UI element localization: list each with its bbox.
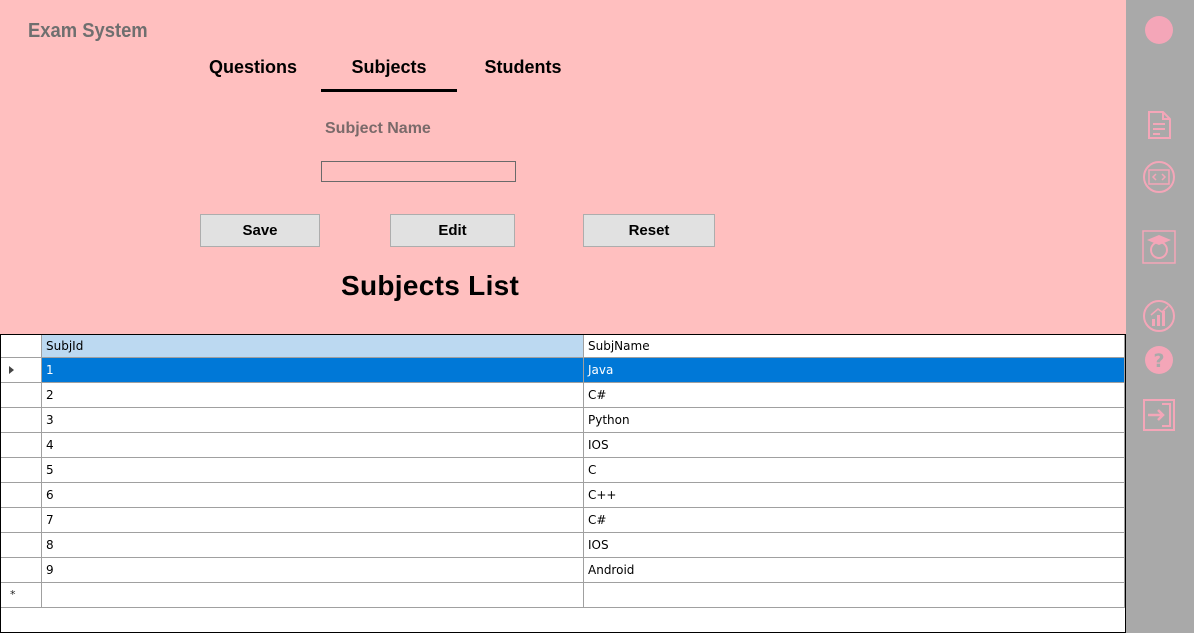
help-icon[interactable]: ? (1142, 343, 1176, 377)
row-header[interactable] (1, 508, 42, 533)
column-header-subjname[interactable]: SubjName (584, 335, 1125, 358)
cell-subjname[interactable]: Java (584, 358, 1125, 383)
cell-subjid[interactable]: 2 (42, 383, 584, 408)
row-header[interactable] (1, 458, 42, 483)
tab-questions[interactable]: Questions (200, 56, 306, 92)
cell-subjid[interactable]: 8 (42, 533, 584, 558)
grid-corner-header[interactable] (1, 335, 42, 358)
row-header[interactable] (1, 558, 42, 583)
subjects-list-title: Subjects List (341, 270, 520, 301)
cell-subjid[interactable]: 7 (42, 508, 584, 533)
edit-button[interactable]: Edit (390, 214, 515, 247)
tab-subjects[interactable]: Subjects (321, 56, 457, 92)
table-row[interactable]: 6 C++ (1, 483, 1125, 508)
reset-button[interactable]: Reset (583, 214, 715, 247)
cell-subjname[interactable]: C (584, 458, 1125, 483)
grid-header-row: SubjId SubjName (1, 335, 1125, 358)
svg-text:?: ? (1153, 350, 1164, 372)
cell-subjid[interactable]: 1 (42, 358, 584, 383)
cell-subjname[interactable]: IOS (584, 433, 1125, 458)
row-header[interactable] (1, 408, 42, 433)
table-row[interactable]: 2 C# (1, 383, 1125, 408)
row-header[interactable] (1, 533, 42, 558)
new-row[interactable]: * (1, 583, 1125, 608)
app-title: Exam System (28, 20, 148, 42)
cell-subjname[interactable]: C# (584, 383, 1125, 408)
cell-subjname[interactable]: Python (584, 408, 1125, 433)
cell-subjid[interactable]: 3 (42, 408, 584, 433)
document-icon[interactable] (1142, 108, 1176, 142)
cell-subjname[interactable] (584, 583, 1125, 608)
row-header[interactable] (1, 383, 42, 408)
logout-icon[interactable] (1142, 398, 1176, 432)
student-icon[interactable] (1142, 230, 1176, 264)
row-header[interactable] (1, 483, 42, 508)
cell-subjid[interactable]: 5 (42, 458, 584, 483)
subject-name-input[interactable] (321, 161, 516, 182)
subjects-grid[interactable]: SubjId SubjName 1 Java 2 C# 3 Python 4 I… (0, 334, 1126, 633)
results-icon[interactable] (1142, 299, 1176, 333)
tab-students[interactable]: Students (470, 56, 576, 92)
table-row[interactable]: 8 IOS (1, 533, 1125, 558)
new-row-marker: * (10, 588, 16, 601)
save-button[interactable]: Save (200, 214, 320, 247)
table-row[interactable]: 7 C# (1, 508, 1125, 533)
sidebar: ? (1126, 0, 1194, 633)
cell-subjname[interactable]: Android (584, 558, 1125, 583)
code-icon[interactable] (1142, 160, 1176, 194)
cell-subjid[interactable]: 9 (42, 558, 584, 583)
profile-icon[interactable] (1142, 13, 1176, 47)
cell-subjid[interactable]: 6 (42, 483, 584, 508)
cell-subjid[interactable] (42, 583, 584, 608)
cell-subjname[interactable]: C++ (584, 483, 1125, 508)
column-header-subjid[interactable]: SubjId (42, 335, 584, 358)
row-header[interactable] (1, 433, 42, 458)
cell-subjname[interactable]: C# (584, 508, 1125, 533)
row-header[interactable]: * (1, 583, 42, 608)
cell-subjname[interactable]: IOS (584, 533, 1125, 558)
cell-subjid[interactable]: 4 (42, 433, 584, 458)
table-row[interactable]: 9 Android (1, 558, 1125, 583)
subject-name-label: Subject Name (325, 120, 431, 137)
main-panel: Exam System Questions Subjects Students … (0, 0, 1126, 633)
current-row-indicator-icon (9, 366, 14, 374)
table-row[interactable]: 1 Java (1, 358, 1125, 383)
table-row[interactable]: 5 C (1, 458, 1125, 483)
table-row[interactable]: 3 Python (1, 408, 1125, 433)
row-header[interactable] (1, 358, 42, 383)
table-row[interactable]: 4 IOS (1, 433, 1125, 458)
